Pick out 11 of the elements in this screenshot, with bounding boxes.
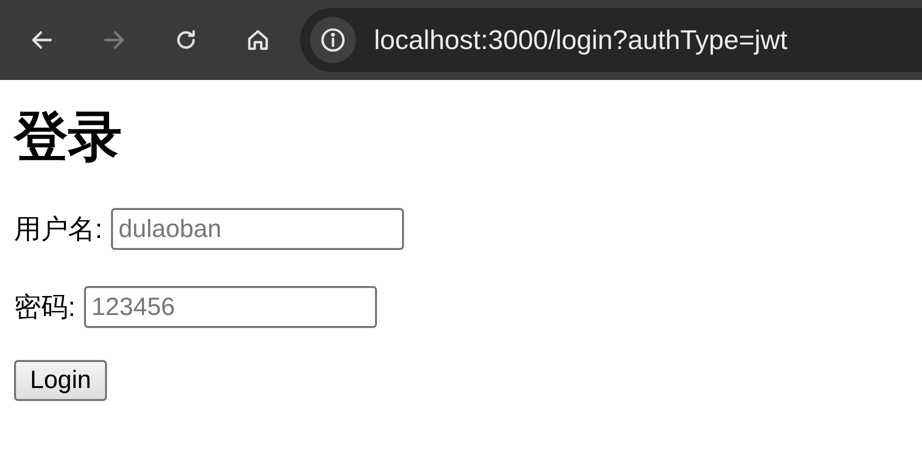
home-icon (245, 27, 271, 53)
login-button[interactable]: Login (14, 360, 108, 402)
field-label: 用户名: (14, 213, 103, 246)
url-text: localhost:3000/login?authType=jwt (374, 24, 788, 56)
input-field[interactable]: 123456 (84, 286, 377, 328)
address-bar[interactable]: localhost:3000/login?authType=jwt (300, 8, 922, 72)
input-field[interactable]: dulaoban (110, 208, 404, 250)
page-heading: 登录 (14, 106, 123, 168)
field-label: 密码: (14, 291, 76, 324)
info-icon (319, 26, 347, 54)
site-info-button[interactable] (310, 17, 356, 63)
